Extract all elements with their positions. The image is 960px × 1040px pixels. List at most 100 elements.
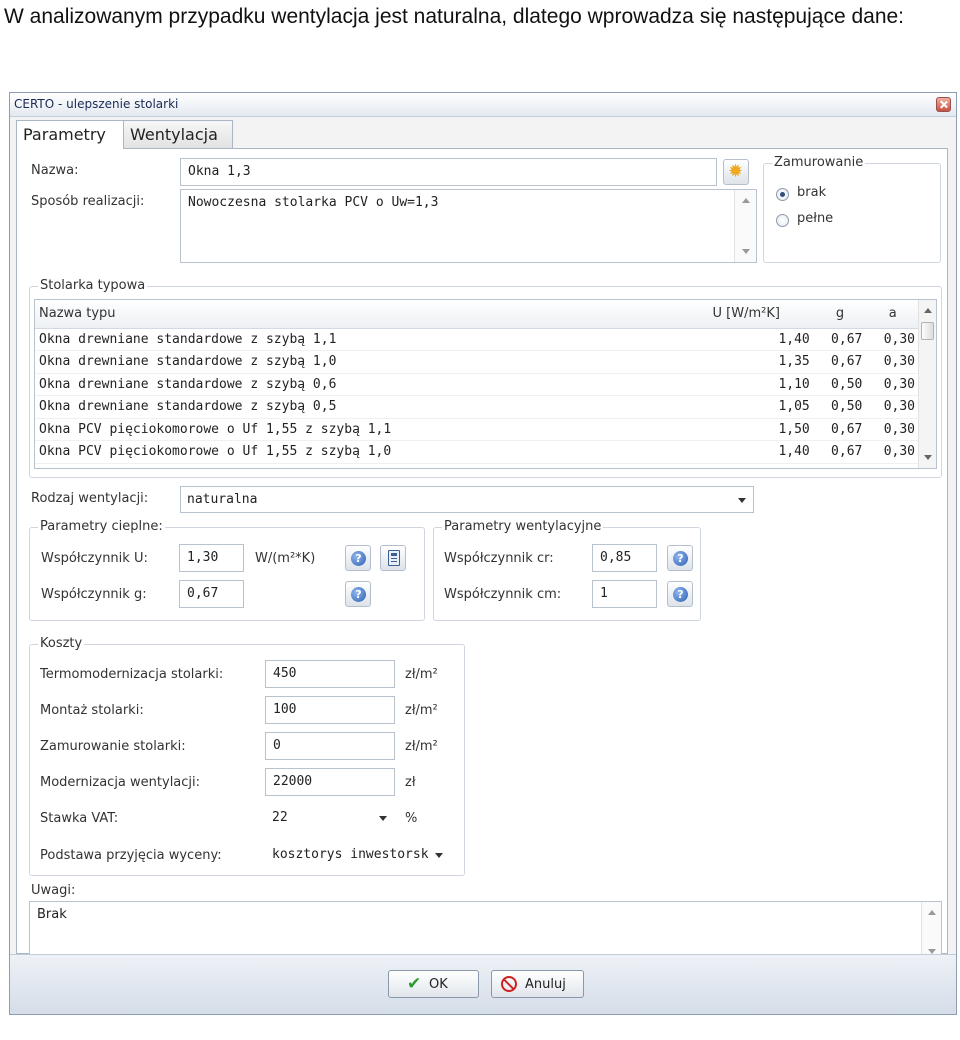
cell-name: Okna drewniane standardowe z szybą 1,0 <box>35 350 709 374</box>
koszty-label-wentylacja: Modernizacja wentylacji: <box>40 775 201 790</box>
scroll-thumb[interactable] <box>921 322 934 340</box>
cm-help-button[interactable]: ? <box>667 581 693 607</box>
uwagi-text: Brak <box>37 907 67 922</box>
help-icon: ? <box>351 551 366 566</box>
radio-pelne[interactable] <box>776 214 789 227</box>
vat-label: Stawka VAT: <box>40 811 119 826</box>
koszty-input-montaz[interactable]: 100 <box>265 696 395 724</box>
vat-unit: % <box>405 811 418 826</box>
stolarka-list[interactable]: Nazwa typu U [W/m²K] g a Okna drewniane … <box>34 299 937 469</box>
vat-value: 22 <box>272 810 288 825</box>
koszty-unit-montaz: zł/m² <box>405 703 438 718</box>
tab-wentylacja[interactable]: Wentylacja <box>123 120 233 148</box>
window-title: CERTO - ulepszenie stolarki <box>14 97 179 111</box>
uwagi-label: Uwagi: <box>31 883 76 898</box>
scroll-up-icon[interactable] <box>924 308 932 313</box>
uwagi-scrollbar[interactable] <box>921 902 941 962</box>
cell-u: 1,35 <box>708 350 814 374</box>
col-u[interactable]: U [W/m²K] <box>708 300 814 329</box>
koszty-input-wentylacja[interactable]: 22000 <box>265 768 395 796</box>
wentylacja-select[interactable]: naturalna <box>180 486 754 513</box>
radio-brak-label: brak <box>797 185 827 200</box>
cancel-button[interactable]: Anuluj <box>491 970 584 998</box>
u-input[interactable]: 1,30 <box>179 544 244 572</box>
koszty-unit-termomodernizacja: zł/m² <box>405 667 438 682</box>
table-row[interactable]: Okna drewniane standardowe z szybą 0,6 1… <box>35 373 919 396</box>
wentylacyjne-title: Parametry wentylacyjne <box>442 519 604 534</box>
koszty-input-zamurowanie[interactable]: 0 <box>265 732 395 760</box>
radio-brak[interactable] <box>776 188 789 201</box>
realization-scrollbar[interactable] <box>734 190 756 262</box>
stolarka-title: Stolarka typowa <box>38 278 148 293</box>
u-calculator-button[interactable] <box>380 545 406 571</box>
koszty-label-zamurowanie: Zamurowanie stolarki: <box>40 739 186 754</box>
cell-g: 0,50 <box>813 373 867 396</box>
help-icon: ? <box>673 551 688 566</box>
cancel-label: Anuluj <box>525 977 566 992</box>
col-nazwa[interactable]: Nazwa typu <box>35 300 709 329</box>
new-item-button[interactable]: ✹ <box>723 159 749 185</box>
table-row[interactable]: Okna PCV pięciokomorowe o Uf 1,55 z szyb… <box>35 440 919 464</box>
table-row[interactable]: Okna drewniane standardowe z szybą 0,5 1… <box>35 395 919 419</box>
table-header: Nazwa typu U [W/m²K] g a <box>35 300 919 329</box>
table-row[interactable]: Okna drewniane standardowe z szybą 1,1 1… <box>35 328 919 351</box>
koszty-label-termomodernizacja: Termomodernizacja stolarki: <box>40 667 224 682</box>
cell-g: 0,67 <box>813 350 867 374</box>
col-a[interactable]: a <box>866 300 919 329</box>
name-input[interactable]: Okna 1,3 <box>180 158 717 186</box>
ok-label: OK <box>429 977 448 992</box>
u-unit: W/(m²*K) <box>255 551 316 566</box>
stolarka-scrollbar[interactable] <box>918 300 936 468</box>
u-help-button[interactable]: ? <box>345 545 371 571</box>
koszty-unit-zamurowanie: zł/m² <box>405 739 438 754</box>
wentylacyjne-group: Parametry wentylacyjne Współczynnik cr: … <box>433 519 701 621</box>
cell-u: 1,40 <box>708 440 814 464</box>
close-icon[interactable] <box>936 97 951 112</box>
scroll-down-icon[interactable] <box>742 249 750 254</box>
help-icon: ? <box>673 587 688 602</box>
koszty-group: Koszty Termomodernizacja stolarki: 450 z… <box>29 636 465 876</box>
cell-g: 0,50 <box>813 395 867 419</box>
cr-input[interactable]: 0,85 <box>592 544 657 572</box>
koszty-label-montaz: Montaż stolarki: <box>40 703 144 718</box>
table-row[interactable]: Okna drewniane standardowe z szybą 1,0 1… <box>35 350 919 374</box>
cm-input[interactable]: 1 <box>592 580 657 608</box>
title-bar: CERTO - ulepszenie stolarki <box>10 93 956 117</box>
cell-name: Okna drewniane standardowe z szybą 0,5 <box>35 395 709 419</box>
cell-a: 0,30 <box>866 350 919 374</box>
basis-label: Podstawa przyjęcia wyceny: <box>40 848 222 863</box>
cm-label: Współczynnik cm: <box>444 587 562 602</box>
cell-a: 0,30 <box>866 440 919 464</box>
cell-a: 0,30 <box>866 418 919 441</box>
cell-g: 0,67 <box>813 328 867 351</box>
cell-name: Okna drewniane standardowe z szybą 1,1 <box>35 328 709 351</box>
scroll-up-icon[interactable] <box>742 198 750 203</box>
vat-select[interactable]: 22 <box>265 804 395 831</box>
basis-select[interactable]: kosztorys inwestorsk <box>265 841 451 868</box>
cell-g: 0,67 <box>813 418 867 441</box>
calculator-icon <box>388 550 400 566</box>
chevron-down-icon <box>435 853 443 858</box>
ok-button[interactable]: ✔ OK <box>388 970 479 998</box>
cr-help-button[interactable]: ? <box>667 545 693 571</box>
cell-g: 0,67 <box>813 440 867 464</box>
col-g[interactable]: g <box>813 300 867 329</box>
wentylacja-label: Rodzaj wentylacji: <box>31 491 149 506</box>
parametry-panel: Nazwa: Okna 1,3 ✹ Sposób realizacji: Now… <box>16 148 948 963</box>
realization-textarea[interactable]: Nowoczesna stolarka PCV o Uw=1,3 <box>180 189 757 263</box>
cell-name: Okna PCV pięciokomorowe o Uf 1,55 z szyb… <box>35 440 709 464</box>
koszty-title: Koszty <box>38 636 85 651</box>
table-row[interactable]: Okna PCV pięciokomorowe o Uf 1,55 z szyb… <box>35 418 919 441</box>
button-bar: ✔ OK Anuluj <box>10 954 956 1014</box>
scroll-up-icon[interactable] <box>928 910 936 915</box>
tab-parametry[interactable]: Parametry <box>16 120 124 149</box>
g-help-button[interactable]: ? <box>345 581 371 607</box>
stolarka-group: Stolarka typowa Nazwa typu U [W/m²K] g a… <box>29 278 942 478</box>
cell-u: 1,40 <box>708 328 814 351</box>
cell-name: Okna PCV pięciokomorowe o Uf 1,55 z szyb… <box>35 418 709 441</box>
g-input[interactable]: 0,67 <box>179 580 244 608</box>
realization-label: Sposób realizacji: <box>31 194 145 209</box>
chevron-down-icon <box>379 816 387 821</box>
scroll-down-icon[interactable] <box>924 455 932 460</box>
koszty-input-termomodernizacja[interactable]: 450 <box>265 660 395 688</box>
